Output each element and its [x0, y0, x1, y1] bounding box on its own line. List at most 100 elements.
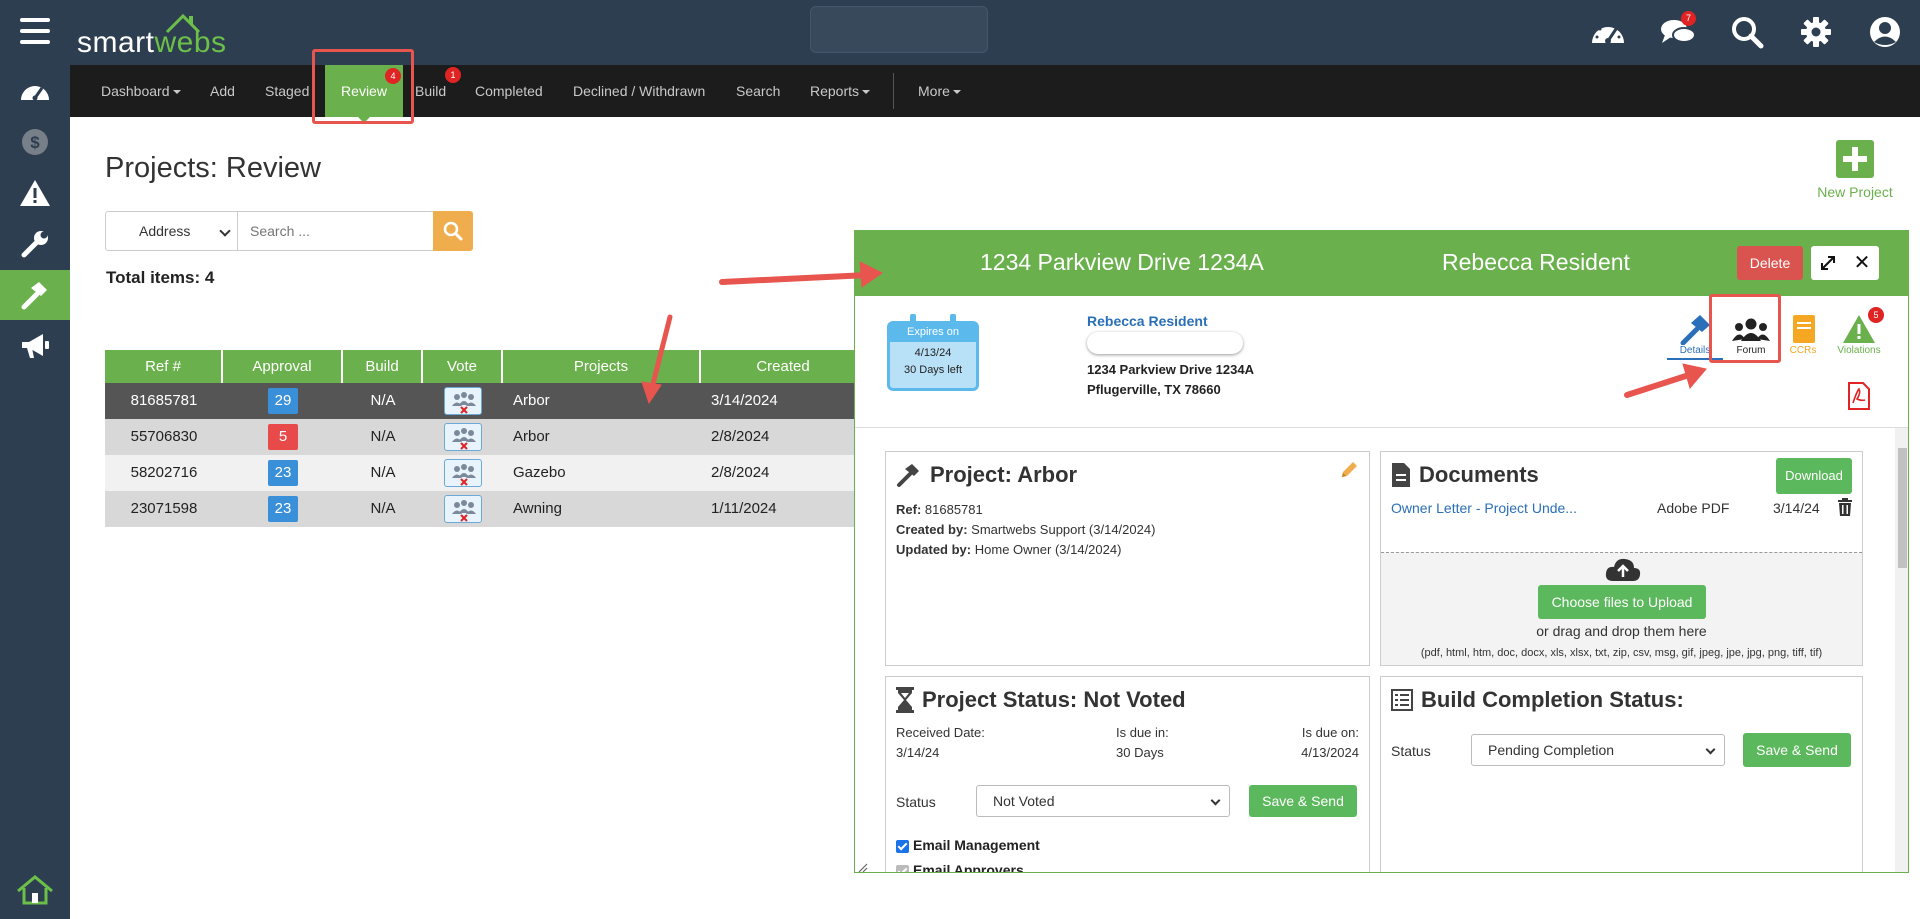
sidebar-home-logo-icon[interactable] — [0, 865, 70, 915]
cell-vote[interactable] — [423, 455, 503, 491]
delete-button[interactable]: Delete — [1737, 246, 1803, 280]
vote-status-icon[interactable] — [444, 459, 482, 487]
sidebar-wrench-icon[interactable] — [0, 219, 70, 269]
nav-dashboard[interactable]: Dashboard — [101, 83, 181, 99]
hammer-icon — [1680, 315, 1710, 345]
total-items-count: Total items: 4 — [106, 268, 215, 287]
vote-status-icon[interactable] — [444, 495, 482, 523]
nav-search[interactable]: Search — [736, 83, 780, 99]
vote-status-icon[interactable] — [444, 387, 482, 415]
nav-build[interactable]: Build — [415, 83, 446, 99]
resident-link[interactable]: Rebecca Resident — [1087, 313, 1208, 329]
cell-vote[interactable] — [423, 383, 503, 419]
search-input[interactable] — [238, 211, 434, 251]
build-status-select[interactable]: Pending Completion — [1471, 734, 1725, 766]
chevron-down-icon — [1705, 744, 1716, 755]
tab-ccrs[interactable]: CCRs — [1775, 311, 1831, 356]
settings-gear-icon[interactable] — [1796, 14, 1836, 50]
nav-more-label: More — [918, 83, 950, 99]
dashboard-gauge-icon[interactable] — [1588, 14, 1628, 50]
vote-status-value: Not Voted — [993, 793, 1055, 809]
trash-icon[interactable] — [1837, 498, 1853, 521]
projects-table: Ref # Approval Build Vote Projects Creat… — [105, 350, 865, 527]
cell-ref: 58202716 — [130, 464, 198, 481]
resize-handle-icon[interactable] — [857, 861, 869, 872]
table-row[interactable]: 81685781 29 N/A Arbor 3/14/2024 — [105, 383, 865, 419]
nav-add[interactable]: Add — [210, 83, 235, 99]
chat-badge: 7 — [1681, 11, 1696, 26]
forum-tab-highlight — [1709, 294, 1781, 363]
status-save-send-button[interactable]: Save & Send — [1249, 785, 1357, 817]
sidebar-warning-icon[interactable] — [0, 168, 70, 218]
document-type: Adobe PDF — [1657, 500, 1730, 516]
new-project-button[interactable]: New Project — [1800, 140, 1910, 200]
cell-created: 3/14/2024 — [711, 392, 778, 409]
cell-approval: 23 — [223, 455, 343, 491]
nav-staged[interactable]: Staged — [265, 83, 309, 99]
build-save-send-button[interactable]: Save & Send — [1743, 733, 1851, 767]
resident-address-line2: Pflugerville, TX 78660 — [1087, 382, 1221, 397]
allowed-formats-text: (pdf, html, htm, doc, docx, xls, xlsx, t… — [1420, 647, 1823, 659]
project-status-text: Project Status: Not Voted — [922, 687, 1186, 712]
left-sidebar: $ — [0, 65, 70, 919]
panel-address: 1234 Parkview Drive 1234A — [980, 249, 1264, 275]
cell-build: N/A — [370, 500, 396, 517]
tab-ccrs-label: CCRs — [1789, 345, 1817, 356]
cell-build: N/A — [370, 392, 396, 409]
drag-drop-text: or drag and drop them here — [1536, 623, 1707, 639]
col-approval[interactable]: Approval — [223, 350, 343, 383]
col-created[interactable]: Created — [701, 350, 865, 383]
search-button[interactable] — [433, 211, 473, 251]
tab-violations[interactable]: Violations 5 — [1831, 307, 1887, 356]
col-vote[interactable]: Vote — [423, 350, 503, 383]
svg-text:$: $ — [30, 133, 40, 152]
approval-count-badge: 23 — [268, 496, 298, 522]
resident-contact-pill[interactable] — [1087, 332, 1243, 354]
expand-button[interactable] — [1811, 246, 1845, 280]
col-ref[interactable]: Ref # — [105, 350, 223, 383]
build-completion-text: Build Completion Status: — [1421, 687, 1684, 712]
review-tab-highlight — [312, 49, 414, 124]
scrollbar-thumb[interactable] — [1898, 448, 1907, 568]
documents-card-title: Documents — [1391, 462, 1539, 488]
sidebar-megaphone-icon[interactable] — [0, 321, 70, 371]
sidebar-dollar-icon[interactable]: $ — [0, 117, 70, 167]
table-row[interactable]: 55706830 5 N/A Arbor 2/8/2024 — [105, 419, 865, 455]
document-link[interactable]: Owner Letter - Project Unde... — [1391, 500, 1577, 516]
email-approvers-checkbox[interactable]: Email Approvers — [896, 862, 1024, 872]
table-row[interactable]: 58202716 23 N/A Gazebo 2/8/2024 — [105, 455, 865, 491]
chevron-down-icon — [219, 225, 231, 237]
nav-completed[interactable]: Completed — [475, 83, 543, 99]
menu-icon[interactable] — [20, 18, 50, 44]
choose-files-button[interactable]: Choose files to Upload — [1538, 585, 1706, 619]
search-icon[interactable] — [1727, 14, 1767, 50]
vote-status-select[interactable]: Not Voted — [976, 785, 1230, 817]
download-button[interactable]: Download — [1776, 458, 1852, 494]
nav-declined-withdrawn[interactable]: Declined / Withdrawn — [573, 83, 705, 99]
edit-pencil-icon[interactable] — [1339, 460, 1359, 485]
close-button[interactable]: ✕ — [1845, 246, 1879, 280]
user-account-icon[interactable] — [1865, 14, 1905, 50]
nav-reports[interactable]: Reports — [810, 83, 871, 99]
search-field-select[interactable]: Address — [105, 211, 238, 251]
sidebar-hammer-icon[interactable] — [0, 270, 70, 320]
cell-vote[interactable] — [423, 419, 503, 455]
cell-vote[interactable] — [423, 491, 503, 527]
due-on-value: 4/13/2024 — [1301, 745, 1359, 760]
email-management-checkbox[interactable]: Email Management — [896, 837, 1040, 853]
sidebar-dashboard-icon[interactable] — [0, 66, 70, 116]
col-build[interactable]: Build — [343, 350, 423, 383]
pdf-icon[interactable] — [1847, 381, 1871, 416]
table-row[interactable]: 23071598 23 N/A Awning 1/11/2024 — [105, 491, 865, 527]
upload-dropzone[interactable]: Choose files to Upload or drag and drop … — [1381, 552, 1862, 665]
top-search-pill[interactable] — [810, 6, 988, 53]
nav-more[interactable]: More — [918, 83, 961, 99]
hourglass-icon — [896, 687, 914, 713]
panel-scrollbar[interactable] — [1895, 428, 1908, 872]
documents-title-text: Documents — [1419, 462, 1539, 487]
vote-status-icon[interactable] — [444, 423, 482, 451]
logo-text-smart: smart — [77, 26, 155, 59]
chat-icon[interactable]: 7 — [1658, 11, 1698, 50]
col-projects[interactable]: Projects — [503, 350, 701, 383]
document-icon — [1392, 463, 1410, 487]
